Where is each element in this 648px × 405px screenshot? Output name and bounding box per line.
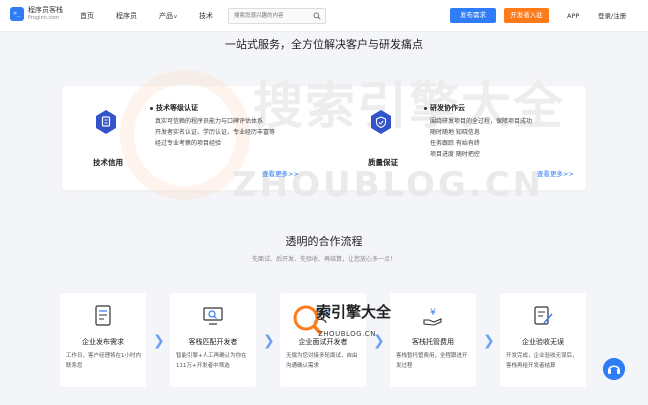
site-logo[interactable]: >_ 程序员客栈 Proginn.com bbox=[10, 7, 63, 21]
nav-products[interactable]: 产品v bbox=[159, 11, 177, 21]
search-input[interactable] bbox=[229, 9, 309, 23]
step-description: 无偿为您对接多轮面试，自由沟通确认需求 bbox=[286, 353, 358, 369]
logo-name: 程序员客栈 bbox=[28, 6, 63, 14]
login-register-link[interactable]: 登录/注册 bbox=[598, 0, 626, 32]
chevron-right-icon: ❯ bbox=[263, 333, 275, 349]
quality-assurance-label: 质量保证 bbox=[368, 158, 398, 167]
step-description: 工作日，客户经理将在1小时内联系您 bbox=[66, 353, 142, 369]
view-more-link-right[interactable]: 查看更多>> bbox=[537, 168, 574, 178]
tech-credit-label: 技术信用 bbox=[93, 158, 123, 167]
developer-join-button[interactable]: 开发者入驻 bbox=[504, 8, 549, 23]
quality-assurance-icon bbox=[371, 110, 391, 134]
search-icon[interactable] bbox=[313, 12, 321, 20]
tech-credit-icon bbox=[96, 110, 116, 134]
logo-icon: >_ bbox=[10, 7, 24, 21]
customer-service-icon[interactable] bbox=[603, 358, 625, 380]
chevron-down-icon: v bbox=[174, 14, 177, 20]
chevron-right-icon: ❯ bbox=[483, 333, 495, 349]
collab-cloud-description: 围绕研发项目的全过程，保障项目成功 随时随地 知晓信息 任务跟踪 有始有终 项目… bbox=[430, 118, 533, 158]
document-sign-icon bbox=[534, 306, 553, 325]
document-icon bbox=[95, 305, 111, 326]
step-card-escrow: ¥ 客栈托管费用 客栈暂托管费用，全程跟进开发过程 bbox=[390, 293, 476, 387]
tech-level-description: 真实可信赖的程序员能力与口碑评估体系 开发者实名认证、学历认证、专业经历丰富等 … bbox=[155, 118, 276, 147]
nav-programmers[interactable]: 程序员 bbox=[116, 11, 137, 21]
step-description: 智能引擎+人工再确认为你在111万+开发者中筛选 bbox=[176, 353, 247, 369]
post-requirement-button[interactable]: 发布需求 bbox=[450, 8, 496, 23]
top-header: >_ 程序员客栈 Proginn.com 首页 程序员 产品v 技术 发布需求 … bbox=[0, 0, 648, 32]
svg-text:¥: ¥ bbox=[430, 308, 436, 318]
step-card-acceptance: 企业验收无误 开发完成，企业验收无误后，客栈再给开发者结算 bbox=[500, 293, 586, 387]
watermark-small-en: ZHOUBLOG.CN bbox=[318, 330, 376, 338]
step-title: 客栈匹配开发者 bbox=[188, 338, 238, 346]
chevron-right-icon: ❯ bbox=[153, 333, 165, 349]
step-description: 客栈暂托管费用，全程跟进开发过程 bbox=[396, 353, 468, 369]
main-nav: 首页 程序员 产品v 技术 bbox=[80, 0, 235, 32]
tech-level-heading: 技术等级认证 bbox=[150, 103, 198, 113]
step-title: 客栈托管费用 bbox=[412, 338, 454, 346]
process-title: 透明的合作流程 bbox=[285, 235, 363, 248]
step-title: 企业验收无误 bbox=[522, 338, 564, 346]
view-more-link-left[interactable]: 查看更多>> bbox=[262, 168, 299, 178]
step-title: 企业发布需求 bbox=[82, 338, 124, 346]
monitor-search-icon bbox=[203, 307, 223, 325]
nav-tech[interactable]: 技术 bbox=[199, 11, 213, 21]
watermark-small-cn: 索引擎大全 bbox=[316, 303, 392, 321]
process-subtitle: 先面试、后开发、先验收、再结算，让您放心多一点！ bbox=[251, 256, 396, 263]
nav-home[interactable]: 首页 bbox=[80, 11, 94, 21]
search-box bbox=[228, 8, 326, 24]
collab-cloud-heading: 研发协作云 bbox=[424, 103, 465, 113]
logo-domain: Proginn.com bbox=[28, 15, 60, 21]
services-title: 一站式服务，全方位解决客户与研发痛点 bbox=[225, 38, 423, 51]
hand-money-icon: ¥ bbox=[423, 308, 442, 326]
step-description: 开发完成，企业验收无误后，客栈再给开发者结算 bbox=[506, 353, 578, 369]
step-card-match-developer: 客栈匹配开发者 智能引擎+人工再确认为你在111万+开发者中筛选 bbox=[170, 293, 256, 387]
app-link[interactable]: APP bbox=[567, 0, 579, 32]
step-card-post-requirement: 企业发布需求 工作日，客户经理将在1小时内联系您 bbox=[60, 293, 146, 387]
